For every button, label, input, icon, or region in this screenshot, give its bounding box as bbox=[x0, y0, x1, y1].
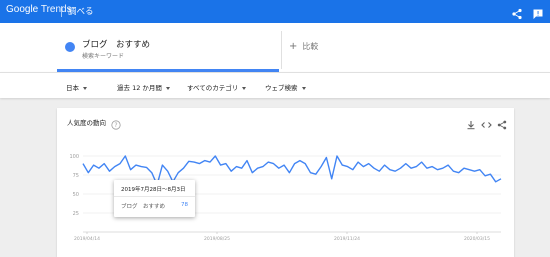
plus-icon: + bbox=[289, 41, 298, 52]
property-filter[interactable]: ウェブ検索 bbox=[265, 82, 306, 92]
y-tick-label: 25 bbox=[73, 211, 79, 217]
comparison-divider bbox=[281, 31, 282, 69]
search-term-type: 検索キーワード bbox=[82, 53, 125, 60]
chevron-down-icon bbox=[301, 86, 306, 90]
y-tick-label: 50 bbox=[73, 192, 79, 198]
x-tick-label: 2019/11/24 bbox=[334, 236, 360, 242]
data-tooltip: 2019年7月28日～8月3日 ブログ おすすめ 78 bbox=[114, 180, 195, 217]
tooltip-date: 2019年7月28日～8月3日 bbox=[121, 187, 186, 193]
tooltip-divider bbox=[114, 196, 195, 197]
interest-over-time-card: 人気度の動向 ? 100 75 50 25 2019/04/14 2019/08/25 20… bbox=[57, 108, 514, 257]
tooltip-term: ブログ おすすめ bbox=[121, 204, 166, 210]
chevron-down-icon bbox=[242, 86, 247, 90]
period-filter-label: 過去 12 か月間 bbox=[117, 84, 162, 92]
header-divider bbox=[61, 6, 62, 17]
compare-label: 比較 bbox=[302, 42, 319, 51]
search-term-card[interactable]: ブログ おすすめ 検索キーワード bbox=[57, 33, 279, 72]
page-title: 調べる bbox=[68, 7, 94, 17]
search-term[interactable]: ブログ おすすめ bbox=[82, 38, 150, 50]
chevron-down-icon bbox=[165, 86, 170, 90]
logo-trends: Trends bbox=[40, 4, 72, 15]
y-tick-label: 100 bbox=[69, 154, 79, 160]
filter-bar: 日本 過去 12 か月間 すべてのカテゴリ ウェブ検索 bbox=[0, 72, 550, 98]
add-comparison-button[interactable]: + 比較 bbox=[289, 41, 318, 55]
x-tick-label: 2019/08/25 bbox=[204, 236, 230, 242]
category-filter[interactable]: すべてのカテゴリ bbox=[187, 82, 247, 92]
period-filter[interactable]: 過去 12 か月間 bbox=[117, 82, 170, 92]
logo-google: Google bbox=[6, 4, 39, 15]
category-filter-label: すべてのカテゴリ bbox=[187, 84, 239, 92]
property-filter-label: ウェブ検索 bbox=[265, 84, 298, 92]
term-color-dot bbox=[65, 42, 75, 52]
region-filter[interactable]: 日本 bbox=[66, 82, 87, 92]
app-bar: Google Trends 調べる bbox=[0, 0, 550, 23]
feedback-icon[interactable] bbox=[532, 5, 544, 19]
tooltip-value: 78 bbox=[181, 202, 188, 208]
x-tick-label: 2020/03/15 bbox=[464, 236, 490, 242]
comparison-bar: ブログ おすすめ 検索キーワード + 比較 bbox=[0, 23, 550, 72]
y-tick-label: 75 bbox=[73, 173, 79, 179]
region-filter-label: 日本 bbox=[66, 84, 79, 92]
x-tick-label: 2019/04/14 bbox=[74, 236, 100, 242]
chevron-down-icon bbox=[83, 86, 87, 90]
share-icon[interactable] bbox=[511, 5, 523, 20]
